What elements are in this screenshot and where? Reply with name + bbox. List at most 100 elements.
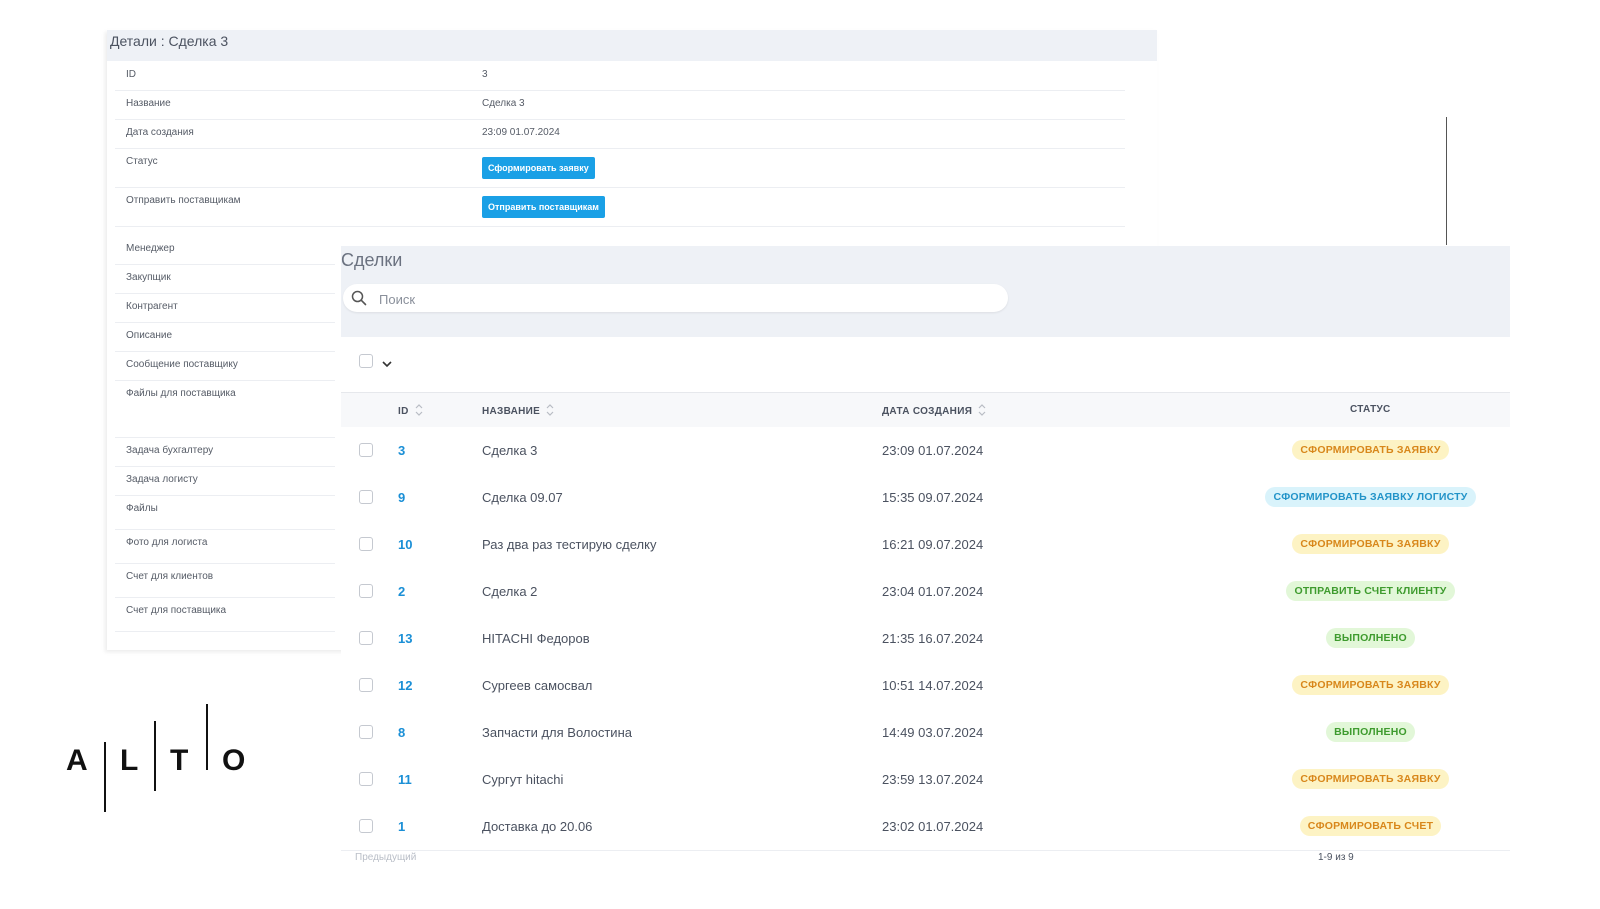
search-icon — [351, 290, 367, 311]
details-key: Файлы для поставщика — [126, 388, 236, 399]
logo-letter: O — [222, 744, 246, 777]
status-badge: СФОРМИРОВАТЬ ЗАЯВКУ — [1292, 440, 1449, 460]
row-checkbox[interactable] — [359, 537, 373, 551]
details-row-counterparty: Контрагент — [115, 293, 335, 323]
details-value: Сделка 3 — [482, 98, 525, 109]
deals-header: Сделки — [341, 246, 1510, 337]
details-row-send-suppliers: Отправить поставщикам Отправить поставщи… — [115, 187, 1125, 227]
deal-date: 23:04 01.07.2024 — [882, 584, 984, 599]
row-checkbox[interactable] — [359, 678, 373, 692]
deal-id-link[interactable]: 2 — [398, 584, 405, 599]
table-row[interactable]: 1 Доставка до 20.06 23:02 01.07.2024 СФО… — [341, 803, 1510, 851]
deal-name: Доставка до 20.06 — [482, 819, 593, 834]
details-key: Счет для поставщика — [126, 605, 227, 616]
deal-date: 23:09 01.07.2024 — [882, 443, 984, 458]
details-key: Файлы — [126, 503, 158, 514]
deal-name: Раз два раз тестирую сделку — [482, 537, 657, 552]
details-value: 23:09 01.07.2024 — [482, 127, 560, 138]
alto-logo: A L T O — [66, 704, 266, 814]
details-key: Менеджер — [126, 243, 175, 254]
row-checkbox[interactable] — [359, 725, 373, 739]
search-box[interactable] — [343, 284, 1008, 312]
page-title: Сделки — [341, 250, 403, 270]
bulk-toolbar — [341, 337, 1510, 393]
deal-id-link[interactable]: 10 — [398, 537, 412, 552]
details-key: Счет для клиентов — [126, 571, 214, 582]
deal-date: 15:35 09.07.2024 — [882, 490, 984, 505]
details-key: Описание — [126, 330, 173, 341]
logo-letter: A — [66, 744, 88, 777]
status-badge: СФОРМИРОВАТЬ ЗАЯВКУ — [1292, 769, 1449, 789]
logo-letter: L — [120, 744, 139, 777]
details-row-logist-photo: Фото для логиста — [115, 529, 335, 564]
table-row[interactable]: 2 Сделка 2 23:04 01.07.2024 ОТПРАВИТЬ СЧ… — [341, 568, 1510, 616]
table-row[interactable]: 8 Запчасти для Волостина 14:49 03.07.202… — [341, 709, 1510, 757]
row-checkbox[interactable] — [359, 819, 373, 833]
column-id-header[interactable]: ID — [398, 404, 423, 419]
row-checkbox[interactable] — [359, 631, 373, 645]
details-row-created: Дата создания 23:09 01.07.2024 — [115, 119, 1125, 149]
select-all-checkbox[interactable] — [359, 354, 373, 368]
deal-name: Запчасти для Волостина — [482, 725, 632, 740]
logo-divider — [104, 742, 106, 812]
deal-name: Сделка 09.07 — [482, 490, 563, 505]
prev-page-button[interactable]: Предыдущий — [355, 852, 416, 863]
details-key: Закупщик — [126, 272, 171, 283]
deal-date: 16:21 09.07.2024 — [882, 537, 984, 552]
details-key: Фото для логиста — [126, 537, 208, 548]
chevron-down-icon[interactable] — [381, 357, 393, 375]
form-request-button[interactable]: Сформировать заявку — [482, 157, 595, 179]
deal-id-link[interactable]: 13 — [398, 631, 412, 646]
details-key: Отправить поставщикам — [126, 195, 241, 206]
details-key: Название — [126, 98, 171, 109]
column-name-header[interactable]: НАЗВАНИЕ — [482, 404, 554, 419]
table-row[interactable]: 10 Раз два раз тестирую сделку 16:21 09.… — [341, 521, 1510, 569]
status-badge: ВЫПОЛНЕНО — [1326, 628, 1415, 648]
column-date-header[interactable]: ДАТА СОЗДАНИЯ — [882, 404, 986, 419]
column-status-header: СТАТУС — [1350, 404, 1391, 415]
details-row-supplier-files: Файлы для поставщика — [115, 380, 335, 438]
send-suppliers-button[interactable]: Отправить поставщикам — [482, 196, 605, 218]
row-checkbox[interactable] — [359, 772, 373, 786]
table-row[interactable]: 11 Сургут hitachi 23:59 13.07.2024 СФОРМ… — [341, 756, 1510, 804]
details-key: Задача логисту — [126, 474, 198, 485]
details-row-supplier-invoice: Счет для поставщика — [115, 597, 335, 632]
details-row-client-invoice: Счет для клиентов — [115, 563, 335, 598]
deal-id-link[interactable]: 1 — [398, 819, 405, 834]
table-row[interactable]: 12 Сургеев самосвал 10:51 14.07.2024 СФО… — [341, 662, 1510, 710]
deal-id-link[interactable]: 3 — [398, 443, 405, 458]
divider-line — [1446, 117, 1447, 245]
deal-name: Сургут hitachi — [482, 772, 564, 787]
details-row-logist-task: Задача логисту — [115, 466, 335, 496]
details-row-files: Файлы — [115, 495, 335, 530]
deal-name: Сургеев самосвал — [482, 678, 593, 693]
logo-divider — [154, 721, 156, 791]
deal-date: 10:51 14.07.2024 — [882, 678, 984, 693]
logo-letter: T — [170, 744, 189, 777]
details-key: Дата создания — [126, 127, 194, 138]
deals-panel: Сделки ID НАЗВАНИЕ ДАТА СОЗДАНИЯ СТАТУС — [341, 246, 1510, 909]
table-row[interactable]: 9 Сделка 09.07 15:35 09.07.2024 СФОРМИРО… — [341, 474, 1510, 522]
details-row-manager: Менеджер — [115, 235, 335, 265]
deal-id-link[interactable]: 11 — [398, 772, 412, 787]
deal-id-link[interactable]: 12 — [398, 678, 412, 693]
details-key: ID — [126, 69, 136, 80]
row-checkbox[interactable] — [359, 443, 373, 457]
deal-date: 21:35 16.07.2024 — [882, 631, 984, 646]
deal-id-link[interactable]: 8 — [398, 725, 405, 740]
deal-date: 23:02 01.07.2024 — [882, 819, 984, 834]
row-checkbox[interactable] — [359, 490, 373, 504]
deal-date: 23:59 13.07.2024 — [882, 772, 984, 787]
table-row[interactable]: 13 HITACHI Федоров 21:35 16.07.2024 ВЫПО… — [341, 615, 1510, 663]
status-badge: СФОРМИРОВАТЬ СЧЕТ — [1299, 816, 1442, 836]
table-row[interactable]: 3 Сделка 3 23:09 01.07.2024 СФОРМИРОВАТЬ… — [341, 427, 1510, 475]
search-input[interactable] — [377, 288, 981, 310]
sort-icon — [415, 404, 423, 419]
status-badge: СФОРМИРОВАТЬ ЗАЯВКУ ЛОГИСТУ — [1265, 487, 1476, 507]
status-badge: ВЫПОЛНЕНО — [1326, 722, 1415, 742]
row-checkbox[interactable] — [359, 584, 373, 598]
deal-name: HITACHI Федоров — [482, 631, 590, 646]
details-row-description: Описание — [115, 322, 335, 352]
details-key: Контрагент — [126, 301, 178, 312]
deal-id-link[interactable]: 9 — [398, 490, 405, 505]
